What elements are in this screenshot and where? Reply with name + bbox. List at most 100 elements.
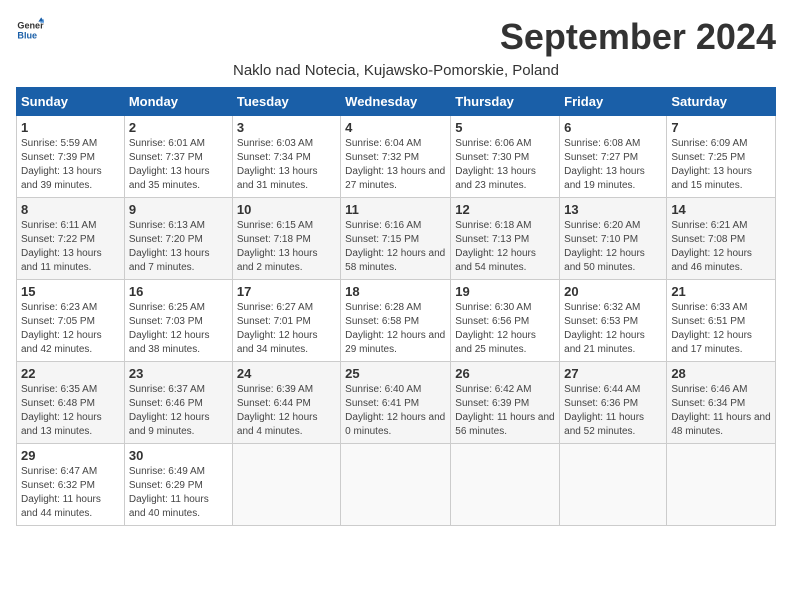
day-info: Sunrise: 6:23 AM Sunset: 7:05 PM Dayligh… [21,301,120,357]
calendar-cell: 12 Sunrise: 6:18 AM Sunset: 7:13 PM Dayli… [451,198,560,280]
calendar-cell: 19 Sunrise: 6:30 AM Sunset: 6:56 PM Dayli… [451,280,560,362]
day-info: Sunrise: 6:25 AM Sunset: 7:03 PM Dayligh… [129,301,228,357]
day-number: 20 [564,284,662,299]
svg-text:Blue: Blue [17,30,37,40]
month-title: September 2024 [500,16,776,58]
day-header-sunday: Sunday [17,88,125,116]
day-info: Sunrise: 6:01 AM Sunset: 7:37 PM Dayligh… [129,137,228,193]
day-info: Sunrise: 6:04 AM Sunset: 7:32 PM Dayligh… [345,137,446,193]
day-info: Sunrise: 6:37 AM Sunset: 6:46 PM Dayligh… [129,383,228,439]
calendar-cell [341,444,451,526]
calendar-cell: 11Sunrise: 6:16 AM Sunset: 7:15 PM Dayli… [341,198,451,280]
calendar-cell: 1 Sunrise: 5:59 AM Sunset: 7:39 PM Daylig… [17,116,125,198]
day-number: 28 [671,366,771,381]
day-number: 16 [129,284,228,299]
day-info: Sunrise: 6:13 AM Sunset: 7:20 PM Dayligh… [129,219,228,275]
day-info: Sunrise: 6:42 AM Sunset: 6:39 PM Dayligh… [455,383,555,439]
day-info: Sunrise: 6:49 AM Sunset: 6:29 PM Dayligh… [129,465,228,521]
calendar-cell: 27 Sunrise: 6:44 AM Sunset: 6:36 PM Dayli… [560,362,667,444]
day-header-tuesday: Tuesday [232,88,340,116]
day-info: Sunrise: 6:32 AM Sunset: 6:53 PM Dayligh… [564,301,662,357]
logo: General Blue [16,16,46,44]
calendar-cell: 6 Sunrise: 6:08 AM Sunset: 7:27 PM Daylig… [560,116,667,198]
calendar-cell: 25 Sunrise: 6:40 AM Sunset: 6:41 PM Dayli… [341,362,451,444]
day-info: Sunrise: 6:28 AM Sunset: 6:58 PM Dayligh… [345,301,446,357]
calendar-cell: 24 Sunrise: 6:39 AM Sunset: 6:44 PM Dayli… [232,362,340,444]
day-number: 18 [345,284,446,299]
calendar-table: SundayMondayTuesdayWednesdayThursdayFrid… [16,87,776,526]
day-info: Sunrise: 6:18 AM Sunset: 7:13 PM Dayligh… [455,219,555,275]
day-number: 23 [129,366,228,381]
day-info: Sunrise: 6:47 AM Sunset: 6:32 PM Dayligh… [21,465,120,521]
day-number: 24 [237,366,336,381]
week-row-2: 8Sunrise: 6:11 AM Sunset: 7:22 PM Daylig… [17,198,776,280]
calendar-cell [451,444,560,526]
calendar-cell: 3 Sunrise: 6:03 AM Sunset: 7:34 PM Daylig… [232,116,340,198]
calendar-cell: 2 Sunrise: 6:01 AM Sunset: 7:37 PM Daylig… [124,116,232,198]
calendar-cell: 7Sunrise: 6:09 AM Sunset: 7:25 PM Daylig… [667,116,776,198]
calendar-cell: 26 Sunrise: 6:42 AM Sunset: 6:39 PM Dayli… [451,362,560,444]
day-number: 2 [129,120,228,135]
day-info: Sunrise: 6:46 AM Sunset: 6:34 PM Dayligh… [671,383,771,439]
day-number: 5 [455,120,555,135]
day-info: Sunrise: 6:39 AM Sunset: 6:44 PM Dayligh… [237,383,336,439]
calendar-cell: 21Sunrise: 6:33 AM Sunset: 6:51 PM Dayli… [667,280,776,362]
week-row-3: 15 Sunrise: 6:23 AM Sunset: 7:05 PM Dayli… [17,280,776,362]
day-header-thursday: Thursday [451,88,560,116]
day-number: 12 [455,202,555,217]
calendar-cell: 30 Sunrise: 6:49 AM Sunset: 6:29 PM Dayli… [124,444,232,526]
days-header-row: SundayMondayTuesdayWednesdayThursdayFrid… [17,88,776,116]
day-number: 30 [129,448,228,463]
day-info: Sunrise: 5:59 AM Sunset: 7:39 PM Dayligh… [21,137,120,193]
day-number: 9 [129,202,228,217]
day-number: 14 [671,202,771,217]
day-number: 29 [21,448,120,463]
calendar-cell: 8Sunrise: 6:11 AM Sunset: 7:22 PM Daylig… [17,198,125,280]
svg-text:General: General [17,21,44,31]
calendar-cell [667,444,776,526]
calendar-cell: 23 Sunrise: 6:37 AM Sunset: 6:46 PM Dayli… [124,362,232,444]
day-header-monday: Monday [124,88,232,116]
day-info: Sunrise: 6:08 AM Sunset: 7:27 PM Dayligh… [564,137,662,193]
calendar-cell: 16 Sunrise: 6:25 AM Sunset: 7:03 PM Dayli… [124,280,232,362]
day-number: 1 [21,120,120,135]
calendar-cell: 18 Sunrise: 6:28 AM Sunset: 6:58 PM Dayli… [341,280,451,362]
day-number: 15 [21,284,120,299]
calendar-cell: 10 Sunrise: 6:15 AM Sunset: 7:18 PM Dayli… [232,198,340,280]
day-info: Sunrise: 6:09 AM Sunset: 7:25 PM Dayligh… [671,137,771,193]
calendar-cell: 14 Sunrise: 6:21 AM Sunset: 7:08 PM Dayli… [667,198,776,280]
day-number: 8 [21,202,120,217]
week-row-1: 1 Sunrise: 5:59 AM Sunset: 7:39 PM Daylig… [17,116,776,198]
day-number: 6 [564,120,662,135]
day-header-saturday: Saturday [667,88,776,116]
day-info: Sunrise: 6:15 AM Sunset: 7:18 PM Dayligh… [237,219,336,275]
day-info: Sunrise: 6:21 AM Sunset: 7:08 PM Dayligh… [671,219,771,275]
day-info: Sunrise: 6:03 AM Sunset: 7:34 PM Dayligh… [237,137,336,193]
day-number: 26 [455,366,555,381]
calendar-cell [232,444,340,526]
calendar-cell: 22 Sunrise: 6:35 AM Sunset: 6:48 PM Dayli… [17,362,125,444]
day-info: Sunrise: 6:06 AM Sunset: 7:30 PM Dayligh… [455,137,555,193]
day-number: 19 [455,284,555,299]
day-info: Sunrise: 6:35 AM Sunset: 6:48 PM Dayligh… [21,383,120,439]
day-info: Sunrise: 6:30 AM Sunset: 6:56 PM Dayligh… [455,301,555,357]
day-number: 4 [345,120,446,135]
calendar-cell: 4 Sunrise: 6:04 AM Sunset: 7:32 PM Daylig… [341,116,451,198]
day-number: 10 [237,202,336,217]
calendar-cell: 5 Sunrise: 6:06 AM Sunset: 7:30 PM Daylig… [451,116,560,198]
calendar-cell: 28 Sunrise: 6:46 AM Sunset: 6:34 PM Dayli… [667,362,776,444]
day-header-friday: Friday [560,88,667,116]
calendar-cell: 13Sunrise: 6:20 AM Sunset: 7:10 PM Dayli… [560,198,667,280]
day-number: 25 [345,366,446,381]
day-number: 17 [237,284,336,299]
day-number: 22 [21,366,120,381]
day-number: 3 [237,120,336,135]
day-info: Sunrise: 6:40 AM Sunset: 6:41 PM Dayligh… [345,383,446,439]
day-number: 11 [345,202,446,217]
day-info: Sunrise: 6:27 AM Sunset: 7:01 PM Dayligh… [237,301,336,357]
calendar-cell: 15 Sunrise: 6:23 AM Sunset: 7:05 PM Dayli… [17,280,125,362]
day-info: Sunrise: 6:44 AM Sunset: 6:36 PM Dayligh… [564,383,662,439]
calendar-cell: 9 Sunrise: 6:13 AM Sunset: 7:20 PM Daylig… [124,198,232,280]
day-number: 27 [564,366,662,381]
day-info: Sunrise: 6:20 AM Sunset: 7:10 PM Dayligh… [564,219,662,275]
